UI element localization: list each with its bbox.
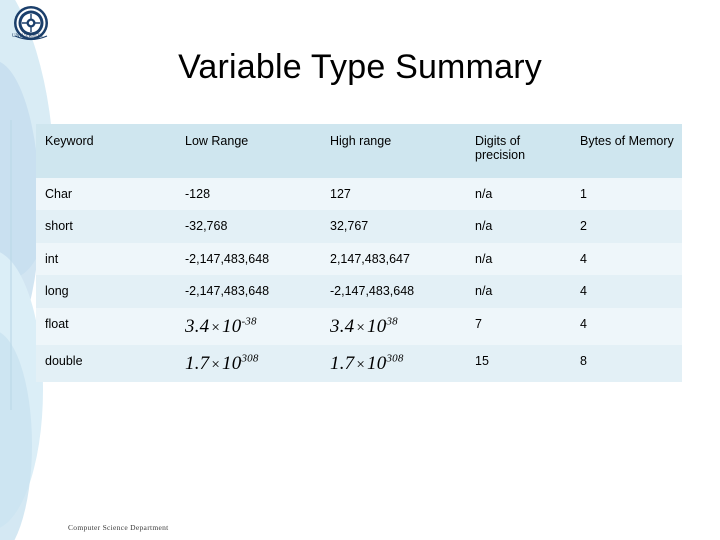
cell-digits: 7 bbox=[466, 307, 571, 345]
cell-keyword: double bbox=[36, 344, 176, 382]
cell-digits: n/a bbox=[466, 210, 571, 243]
decorative-line bbox=[10, 120, 12, 410]
cell-bytes: 4 bbox=[571, 275, 682, 308]
column-header-digits-of-precision: Digits of precision bbox=[466, 124, 571, 178]
cell-digits: n/a bbox=[466, 178, 571, 211]
sci-times: × bbox=[356, 356, 366, 373]
table-row: long -2,147,483,648 -2,147,483,648 n/a 4 bbox=[36, 275, 682, 308]
sci-mantissa: 1.7 bbox=[330, 352, 355, 374]
sci-mantissa: 3.4 bbox=[330, 315, 355, 337]
cell-keyword: int bbox=[36, 242, 176, 276]
cell-high-range: 1.7 × 10308 bbox=[321, 344, 466, 382]
variable-type-table: Keyword Low Range High range Digits of p… bbox=[36, 124, 682, 382]
table-row: double 1.7 × 10308 1.7 × 10308 15 8 bbox=[36, 344, 682, 382]
cell-high-range: 127 bbox=[321, 178, 466, 211]
column-header-keyword: Keyword bbox=[36, 124, 176, 178]
cell-bytes: 4 bbox=[571, 307, 682, 345]
sci-exponent: 308 bbox=[386, 352, 404, 365]
sci-exponent: -38 bbox=[241, 315, 257, 328]
sci-mantissa: 3.4 bbox=[185, 315, 210, 337]
variable-type-table-container: Keyword Low Range High range Digits of p… bbox=[36, 124, 682, 382]
cell-digits: n/a bbox=[466, 275, 571, 308]
cell-bytes: 1 bbox=[571, 178, 682, 211]
cell-keyword: long bbox=[36, 275, 176, 308]
scientific-notation: 1.7 × 10308 bbox=[185, 352, 259, 374]
column-header-high-range: High range bbox=[321, 124, 466, 178]
sci-base: 10 bbox=[222, 315, 242, 337]
sci-times: × bbox=[211, 319, 221, 336]
table-header-row: Keyword Low Range High range Digits of p… bbox=[36, 124, 682, 178]
cell-low-range: -2,147,483,648 bbox=[176, 242, 321, 276]
sci-times: × bbox=[356, 319, 366, 336]
cell-high-range: 32,767 bbox=[321, 210, 466, 243]
cell-digits: 15 bbox=[466, 344, 571, 382]
cell-high-range: -2,147,483,648 bbox=[321, 275, 466, 308]
cell-keyword: Char bbox=[36, 178, 176, 211]
cell-high-range: 2,147,483,647 bbox=[321, 242, 466, 276]
cell-bytes: 4 bbox=[571, 242, 682, 276]
cell-low-range: -128 bbox=[176, 178, 321, 211]
cell-low-range: 1.7 × 10308 bbox=[176, 344, 321, 382]
cell-bytes: 2 bbox=[571, 210, 682, 243]
cell-bytes: 8 bbox=[571, 344, 682, 382]
table-row: int -2,147,483,648 2,147,483,647 n/a 4 bbox=[36, 242, 682, 276]
university-seal-logo bbox=[14, 6, 48, 41]
cell-keyword: float bbox=[36, 307, 176, 345]
sci-exponent: 308 bbox=[241, 352, 259, 365]
cell-low-range: -32,768 bbox=[176, 210, 321, 243]
page-title: Variable Type Summary bbox=[178, 48, 542, 86]
scientific-notation: 3.4 × 1038 bbox=[330, 315, 398, 337]
scientific-notation: 3.4 × 10-38 bbox=[185, 315, 257, 337]
slide-footer: Computer Science Department bbox=[68, 523, 169, 532]
table-row: Char -128 127 n/a 1 bbox=[36, 178, 682, 211]
scientific-notation: 1.7 × 10308 bbox=[330, 352, 404, 374]
cell-high-range: 3.4 × 1038 bbox=[321, 307, 466, 345]
cell-low-range: -2,147,483,648 bbox=[176, 275, 321, 308]
cell-digits: n/a bbox=[466, 242, 571, 276]
cell-keyword: short bbox=[36, 210, 176, 243]
sci-base: 10 bbox=[222, 352, 242, 374]
column-header-bytes-of-memory: Bytes of Memory bbox=[571, 124, 682, 178]
table-row: short -32,768 32,767 n/a 2 bbox=[36, 210, 682, 243]
sci-mantissa: 1.7 bbox=[185, 352, 210, 374]
sci-base: 10 bbox=[367, 315, 387, 337]
sci-times: × bbox=[211, 356, 221, 373]
table-row: float 3.4 × 10-38 3.4 × 1038 7 4 bbox=[36, 307, 682, 345]
column-header-low-range: Low Range bbox=[176, 124, 321, 178]
logo-label: UNIVERSITY bbox=[12, 34, 44, 39]
sci-base: 10 bbox=[367, 352, 387, 374]
cell-low-range: 3.4 × 10-38 bbox=[176, 307, 321, 345]
sci-exponent: 38 bbox=[386, 315, 398, 328]
